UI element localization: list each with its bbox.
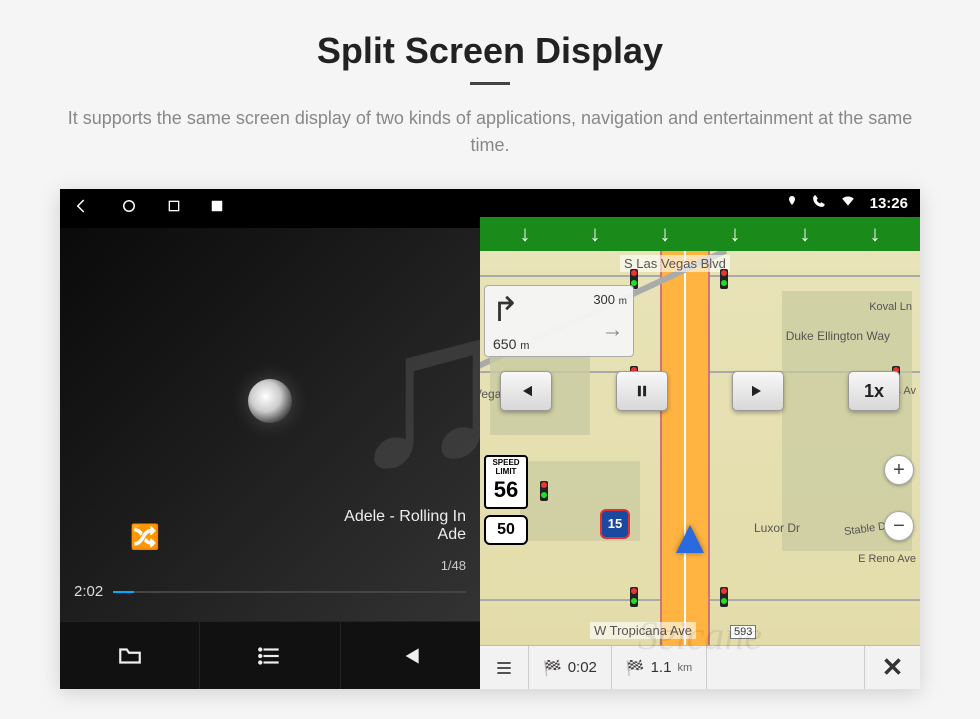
phone-icon [812,194,826,212]
music-pane: ♫ 🔀 Adele - Rolling In Ade 1/48 2:02 [60,189,480,689]
menu-button[interactable] [480,646,529,689]
lane-arrow: ↓ [660,221,671,247]
speed-limit-value: 56 [486,477,526,503]
prev-track-button[interactable] [341,622,480,689]
street-label: Duke Ellington Way [786,329,890,343]
music-note-icon: ♫ [345,278,480,498]
lane-arrow: ↓ [730,221,741,247]
traffic-light-icon [540,481,548,501]
music-footer [60,621,480,689]
track-title: Adele - Rolling In [344,508,466,526]
traffic-light-icon [720,269,728,289]
progress-row: 2:02 [74,583,466,600]
progress-bar[interactable] [113,591,466,593]
street-label: Luxor Dr [754,521,800,535]
lane-arrow: ↓ [520,221,531,247]
recents-icon[interactable] [166,198,182,219]
eta-segment[interactable]: 🏁 0:02 [529,646,612,689]
page-subtitle: It supports the same screen display of t… [0,105,980,189]
lane-guidance: ↓ ↓ ↓ ↓ ↓ ↓ [480,217,920,251]
next-turn-distance: 300 [593,292,615,307]
zoom-controls: + − [884,455,914,541]
traffic-light-icon [630,587,638,607]
highway-sign: 50 [484,515,528,545]
title-underline [470,82,510,85]
track-info: Adele - Rolling In Ade [344,508,466,544]
vehicle-position-icon: ▲ [666,510,714,565]
total-turn-distance: 650 [493,336,516,352]
zoom-out-button[interactable]: − [884,511,914,541]
clock-time: 13:26 [870,195,908,212]
status-bar: 13:26 [480,189,920,217]
speed-limit-label: SPEED LIMIT [486,457,526,477]
sim-pause-button[interactable] [616,371,668,411]
player-knob[interactable] [248,379,292,423]
street-label: E Reno Ave [858,553,916,565]
shuffle-icon[interactable]: 🔀 [130,523,160,552]
street-label: Koval Ln [869,301,912,313]
android-nav-bar [60,189,480,228]
sim-speed-button[interactable]: 1x [848,371,900,411]
continue-icon: ↑ [601,328,627,339]
folder-button[interactable] [60,622,200,689]
music-body: ♫ 🔀 Adele - Rolling In Ade 1/48 2:02 [60,228,480,621]
lane-arrow: ↓ [800,221,811,247]
gallery-icon[interactable] [210,199,224,218]
turn-instruction: ↰ ↑ 300 m 650 m [484,285,634,357]
sim-playback-controls: 1x [500,371,900,411]
distance-value: 1.1 [651,659,672,676]
nav-footer: 🏁 0:02 🏁 1.1 km ✕ [480,645,920,689]
playlist-button[interactable] [200,622,340,689]
close-button[interactable]: ✕ [864,646,920,689]
street-label: W Tropicana Ave [590,622,696,639]
lane-arrow: ↓ [870,221,881,247]
distance-segment[interactable]: 🏁 1.1 km [612,646,707,689]
home-icon[interactable] [120,197,138,220]
sim-next-button[interactable] [732,371,784,411]
nav-pane: 13:26 ↓ ↓ ↓ ↓ ↓ ↓ S Las Vegas Blvd Koval… [480,189,920,689]
back-icon[interactable] [74,197,92,220]
destination-icon: 🏁 [626,659,645,677]
traffic-light-icon [720,587,728,607]
track-count: 1/48 [441,558,466,573]
destination-icon: 🏁 [543,659,562,677]
location-icon [786,194,798,212]
eta-value: 0:02 [568,659,597,676]
distance-unit: km [677,662,692,674]
interstate-sign: 15 [600,509,630,539]
track-artist: Ade [344,526,466,544]
zoom-in-button[interactable]: + [884,455,914,485]
lane-arrow: ↓ [590,221,601,247]
device-frame: ♫ 🔀 Adele - Rolling In Ade 1/48 2:02 [60,189,920,689]
speed-limit-sign: SPEED LIMIT 56 [484,455,528,509]
turn-left-icon: ↰ [491,290,520,330]
page-title: Split Screen Display [0,0,980,82]
total-turn-unit: m [520,340,529,352]
elapsed-time: 2:02 [74,583,103,600]
map-canvas[interactable]: S Las Vegas Blvd Koval Ln Duke Ellington… [480,251,920,645]
wifi-icon [840,194,856,212]
street-number: 593 [730,625,756,639]
sim-prev-button[interactable] [500,371,552,411]
next-turn-unit: m [619,296,627,307]
